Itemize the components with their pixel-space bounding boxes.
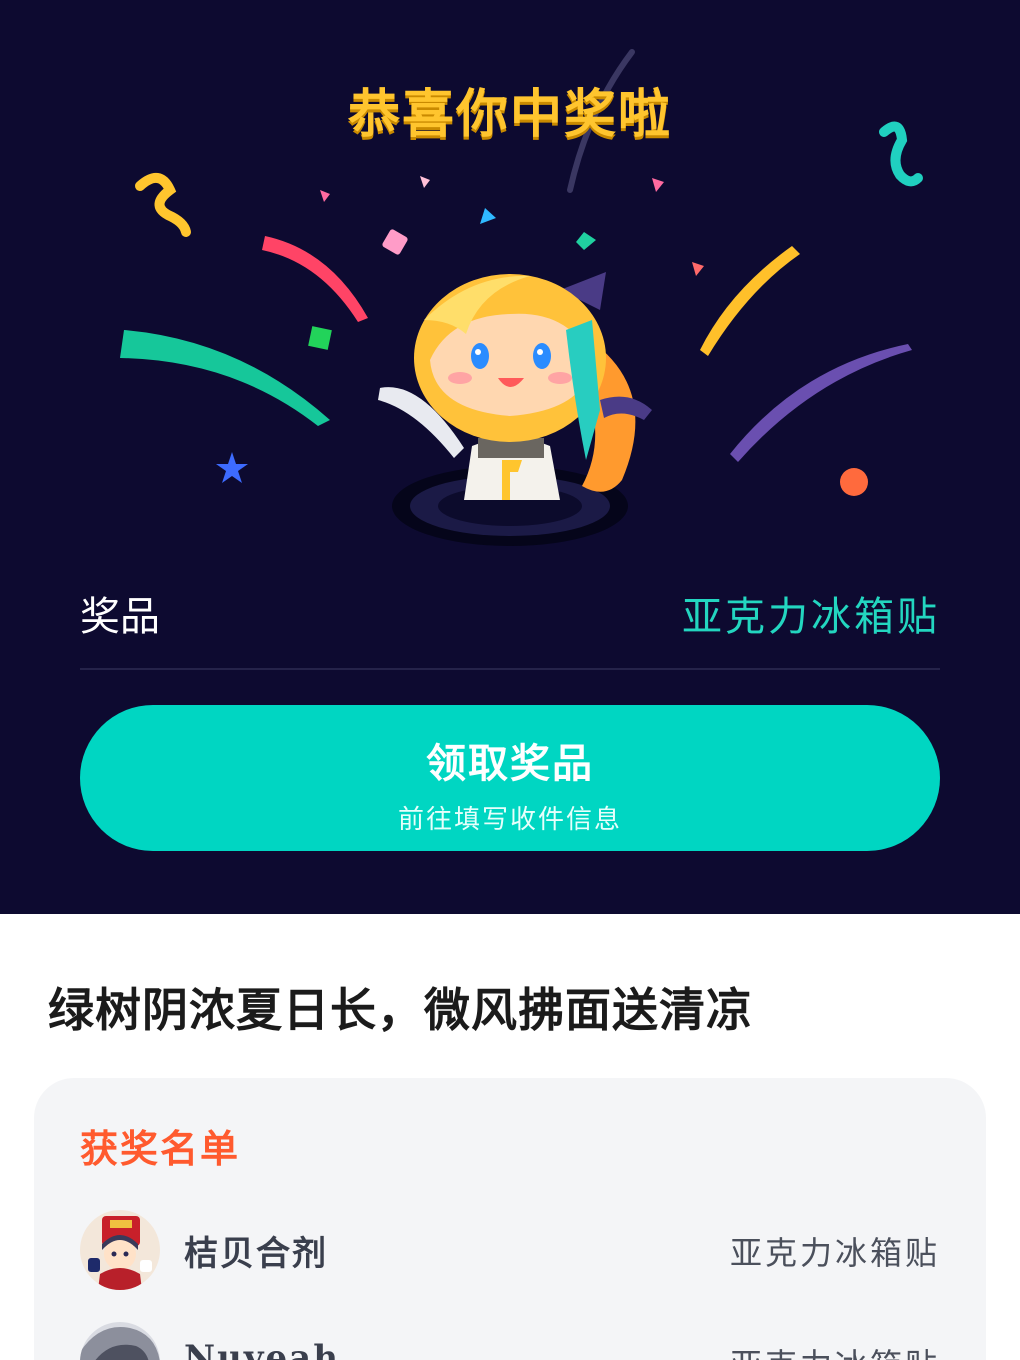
- winner-row[interactable]: Nuyeah 亚克力冰箱贴: [80, 1322, 940, 1360]
- winners-list-card: 获奖名单 桔贝合剂 亚克力冰箱贴 Nuyeah: [34, 1078, 986, 1360]
- prize-hero: 恭喜你中奖啦 奖品 亚克力冰箱贴 领取奖品 前往填写收件信息: [0, 0, 1020, 914]
- congrats-title: 恭喜你中奖啦: [347, 84, 672, 145]
- mascot-illustration: [378, 272, 652, 546]
- claim-prize-button[interactable]: 领取奖品 前往填写收件信息: [80, 705, 940, 851]
- claim-button-label: 领取奖品: [426, 740, 594, 787]
- winners-title: 获奖名单: [80, 1126, 241, 1171]
- prize-row: 奖品 亚克力冰箱贴: [80, 580, 940, 670]
- winner-name: 桔贝合剂: [184, 1234, 328, 1274]
- event-headline: 绿树阴浓夏日长，微风拂面送清凉: [48, 983, 753, 1037]
- claim-button-sublabel: 前往填写收件信息: [397, 805, 622, 835]
- winner-prize: 亚克力冰箱贴: [729, 1234, 940, 1272]
- prize-value: 亚克力冰箱贴: [682, 594, 940, 640]
- avatar-image: [80, 1210, 160, 1290]
- prize-result-page: 恭喜你中奖啦 奖品 亚克力冰箱贴 领取奖品 前往填写收件信息 绿树阴浓夏日长，微…: [0, 0, 1020, 1360]
- winner-name: Nuyeah: [184, 1338, 340, 1360]
- winner-row[interactable]: 桔贝合剂 亚克力冰箱贴: [80, 1210, 940, 1290]
- avatar-image: [80, 1322, 160, 1360]
- prize-label: 奖品: [80, 594, 160, 640]
- winner-prize: 亚克力冰箱贴: [730, 1340, 940, 1360]
